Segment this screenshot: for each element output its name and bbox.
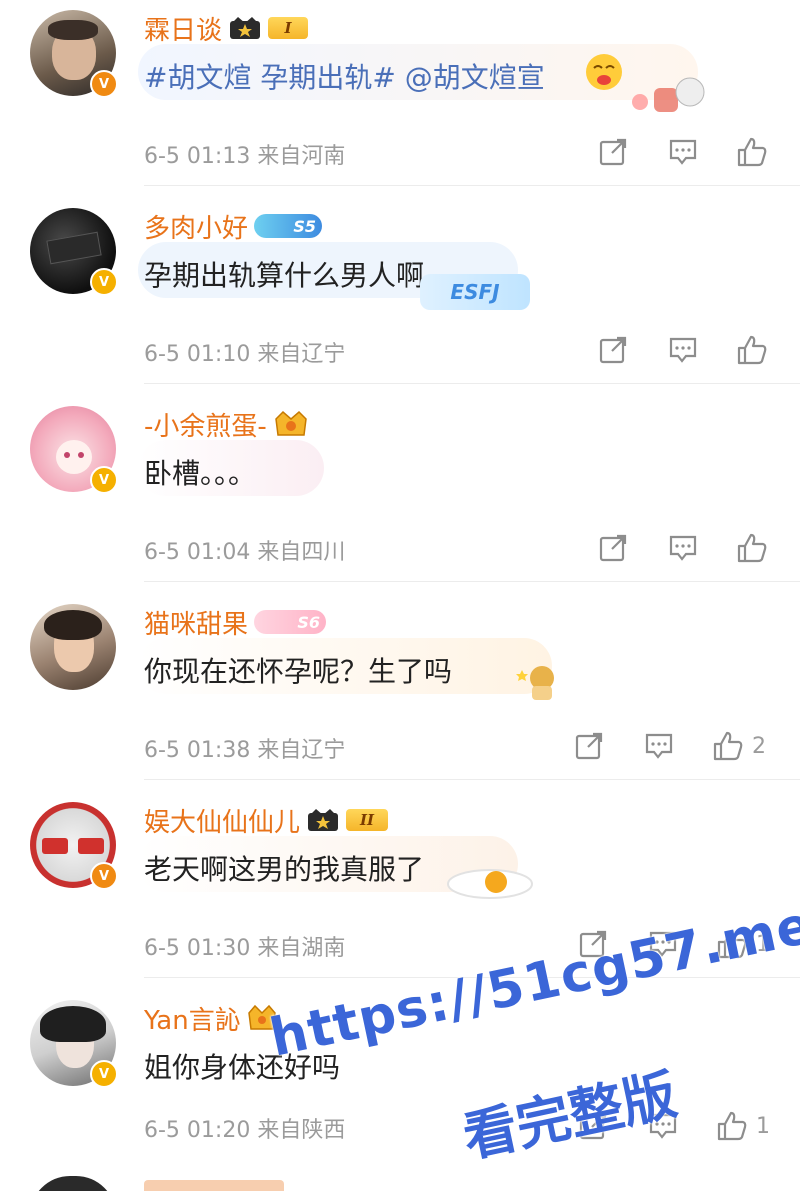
level-badge: S6 — [254, 610, 327, 634]
like-button[interactable] — [736, 530, 776, 566]
comment-text: 你现在还怀孕呢？生了吗 — [144, 655, 453, 688]
share-icon — [598, 137, 628, 167]
comment-item: V 多肉小好 S5 孕期出轨算什么男人啊 ESFJ 6-5 01:10 来自辽宁 — [0, 198, 800, 384]
comment-time: 6-5 01:30 — [144, 936, 251, 961]
comment-icon — [668, 137, 698, 167]
share-button[interactable] — [598, 530, 628, 566]
username[interactable]: -小余煎蛋- — [144, 406, 267, 443]
divider — [144, 383, 800, 384]
verified-icon: V — [90, 1060, 118, 1088]
thumbs-up-icon — [736, 334, 768, 366]
comment-text: 老天啊这男的我真服了 — [144, 853, 425, 886]
avatar[interactable]: V — [30, 802, 118, 890]
divider — [144, 779, 800, 780]
emoji-icon — [584, 52, 624, 92]
comment-location: 来自辽宁 — [257, 342, 346, 367]
verified-icon: V — [90, 466, 118, 494]
thumbs-up-icon — [736, 136, 768, 168]
username[interactable]: 多肉小好 — [144, 208, 248, 245]
share-button[interactable] — [598, 134, 628, 170]
avatar[interactable]: V — [30, 1000, 118, 1088]
thumbs-up-icon — [736, 532, 768, 564]
comment-button[interactable] — [644, 728, 674, 764]
comment-button[interactable] — [668, 332, 698, 368]
thumbs-up-icon — [716, 1110, 748, 1142]
avatar[interactable]: V — [30, 208, 118, 296]
verified-icon: V — [90, 70, 118, 98]
comment-button[interactable] — [668, 134, 698, 170]
comment-location: 来自辽宁 — [257, 738, 346, 763]
comment-location: 来自湖南 — [257, 936, 346, 961]
comment-item: V 霖日谈 I #胡文煊 孕期出轨# @胡文煊宣 6-5 01:13 来自河南 — [0, 0, 800, 186]
username[interactable]: 霖日谈 — [144, 10, 222, 47]
comment-time: 6-5 01:38 — [144, 738, 251, 763]
like-button[interactable] — [736, 134, 776, 170]
username[interactable]: Yan言訫 — [144, 1000, 241, 1037]
level-badge: S5 — [254, 214, 323, 238]
comment-item: V -小余煎蛋- 卧槽。。。 6-5 01:04 来自四川 — [0, 396, 800, 582]
comment-icon — [668, 335, 698, 365]
crown-icon — [306, 807, 340, 833]
crown-icon — [273, 409, 309, 439]
avatar[interactable]: V — [30, 10, 118, 98]
avatar — [30, 1176, 116, 1191]
next-comment-partial — [0, 1176, 800, 1191]
divider — [144, 185, 800, 186]
like-count: 1 — [756, 1113, 770, 1139]
level-badge: I — [268, 17, 309, 39]
comment-location: 来自河南 — [257, 144, 346, 169]
username[interactable]: 娱大仙仙仙儿 — [144, 802, 300, 839]
comment-text: #胡文煊 孕期出轨# @胡文煊宣 — [144, 61, 545, 94]
comment-time: 6-5 01:04 — [144, 540, 251, 565]
comment-time: 6-5 01:20 — [144, 1118, 251, 1143]
comment-location: 来自陕西 — [257, 1118, 346, 1143]
share-button[interactable] — [598, 332, 628, 368]
like-count: 2 — [752, 733, 766, 759]
comment-time: 6-5 01:13 — [144, 144, 251, 169]
verified-icon: V — [90, 862, 118, 890]
comment-icon — [644, 731, 674, 761]
comment-time: 6-5 01:10 — [144, 342, 251, 367]
like-button[interactable]: 2 — [712, 728, 766, 764]
verified-icon: V — [90, 268, 118, 296]
avatar[interactable]: V — [30, 406, 118, 494]
crown-icon — [228, 15, 262, 41]
username[interactable]: 猫咪甜果 — [144, 604, 248, 641]
thumbs-up-icon — [712, 730, 744, 762]
comment-text: 孕期出轨算什么男人啊 — [144, 259, 425, 292]
sticker-icon — [516, 660, 566, 704]
like-button[interactable]: 1 — [716, 1108, 770, 1144]
comment-location: 来自四川 — [257, 540, 346, 565]
avatar[interactable] — [30, 604, 116, 690]
esfj-sticker: ESFJ — [420, 274, 530, 310]
fried-egg-icon — [446, 864, 534, 900]
username-partial — [144, 1180, 284, 1191]
level-badge: II — [346, 809, 389, 831]
comment-icon — [668, 533, 698, 563]
divider — [144, 581, 800, 582]
comment-button[interactable] — [668, 530, 698, 566]
share-icon — [598, 533, 628, 563]
like-button[interactable] — [736, 332, 776, 368]
share-icon — [598, 335, 628, 365]
share-icon — [574, 731, 604, 761]
comment-item: 猫咪甜果 S6 你现在还怀孕呢？生了吗 6-5 01:38 来自辽宁 2 — [0, 594, 800, 780]
share-button[interactable] — [574, 728, 604, 764]
comment-text: 卧槽。。。 — [144, 457, 257, 490]
sticker-icon — [620, 70, 710, 118]
